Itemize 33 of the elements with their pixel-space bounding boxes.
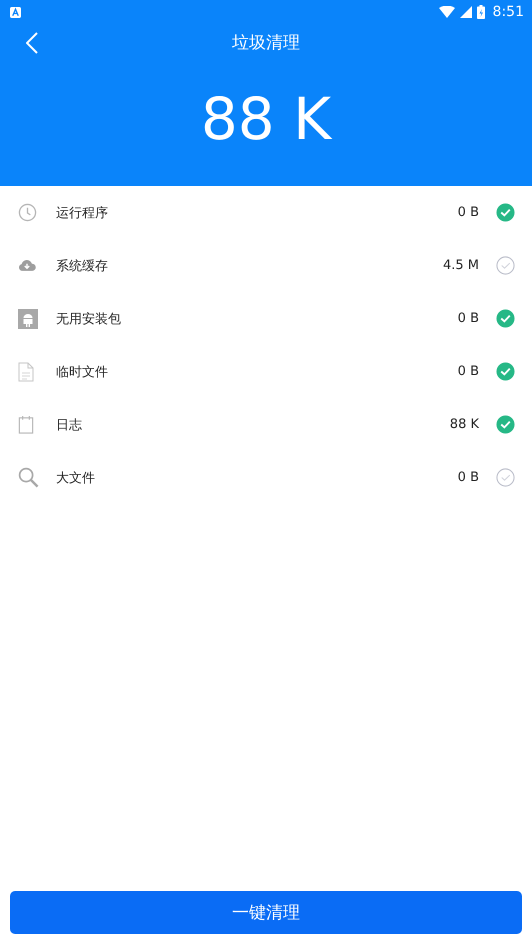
wifi-icon <box>438 6 455 18</box>
category-label: 大文件 <box>56 470 96 486</box>
checkbox[interactable] <box>496 256 515 275</box>
category-label: 系统缓存 <box>56 258 109 274</box>
size-value: 0 B <box>458 470 479 485</box>
checkbox[interactable] <box>496 362 515 381</box>
notification-icon <box>10 6 21 18</box>
size-value: 0 B <box>458 364 479 379</box>
status-time: 8:51 <box>492 4 524 20</box>
total-size: 88 K <box>200 90 334 148</box>
category-label: 运行程序 <box>56 204 109 222</box>
calendar-icon <box>18 415 34 434</box>
size-value: 4.5 M <box>442 258 479 273</box>
clock-icon <box>18 203 37 222</box>
checkbox[interactable] <box>496 415 515 434</box>
cloud-download-icon <box>18 259 36 272</box>
battery-icon <box>476 5 485 19</box>
clean-button[interactable]: 一键清理 <box>10 891 522 934</box>
document-icon <box>18 362 34 382</box>
signal-icon <box>460 6 472 18</box>
android-icon <box>18 308 38 328</box>
size-value: 0 B <box>458 311 479 326</box>
size-value: 88 K <box>450 417 479 432</box>
checkbox[interactable] <box>496 468 515 487</box>
category-label: 日志 <box>56 416 83 434</box>
category-label: 临时文件 <box>56 364 109 380</box>
checkbox[interactable] <box>496 309 515 328</box>
back-button[interactable] <box>24 30 40 56</box>
page-title: 垃圾清理 <box>232 32 300 54</box>
checkbox[interactable] <box>496 203 515 222</box>
size-value: 0 B <box>458 205 479 220</box>
category-label: 无用安装包 <box>56 310 122 328</box>
search-icon <box>18 467 39 488</box>
